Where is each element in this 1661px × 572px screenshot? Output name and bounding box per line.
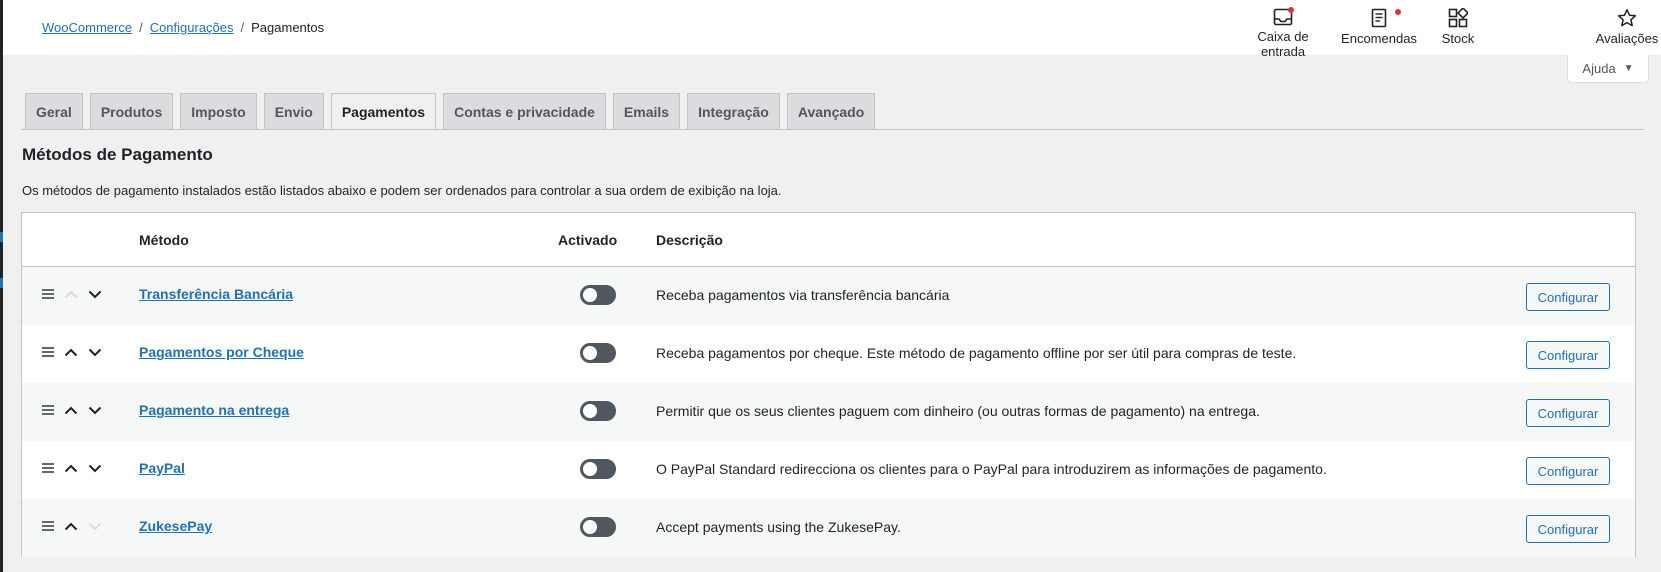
move-up-button[interactable]	[61, 284, 81, 304]
enabled-toggle[interactable]	[580, 401, 616, 421]
move-down-button[interactable]	[85, 284, 105, 304]
tab-advanced[interactable]: Avançado	[786, 93, 876, 130]
column-header-description: Descrição	[656, 232, 723, 248]
move-up-button[interactable]	[61, 400, 81, 420]
table-header: Método Activado Descrição	[22, 213, 1635, 267]
breadcrumb-link-settings[interactable]: Configurações	[150, 20, 234, 35]
payment-method-description: Permitir que os seus clientes paguem com…	[656, 403, 1260, 419]
chevron-down-icon: ▼	[1623, 63, 1634, 74]
tab-emails[interactable]: Emails	[612, 93, 681, 130]
table-row: ZukesePay Accept payments using the Zuke…	[22, 499, 1635, 557]
breadcrumb-link-woocommerce[interactable]: WooCommerce	[42, 20, 132, 35]
stock-icon	[1448, 8, 1468, 31]
admin-sidebar-edge	[0, 0, 3, 572]
tab-payments[interactable]: Pagamentos	[330, 93, 437, 131]
page-title: Métodos de Pagamento	[22, 145, 213, 164]
help-label: Ajuda	[1582, 61, 1616, 76]
payment-method-name[interactable]: PayPal	[139, 460, 185, 476]
tab-shipping[interactable]: Envio	[263, 93, 324, 130]
payment-method-description: Receba pagamentos via transferência banc…	[656, 287, 950, 303]
breadcrumb-current: Pagamentos	[251, 20, 325, 35]
configure-button[interactable]: Configurar	[1526, 283, 1610, 311]
table-row: Pagamento na entrega Permitir que os seu…	[22, 383, 1635, 441]
configure-button[interactable]: Configurar	[1526, 515, 1610, 543]
star-icon	[1617, 8, 1637, 31]
activity-orders[interactable]: Encomendas	[1334, 0, 1424, 55]
move-down-button[interactable]	[85, 342, 105, 362]
drag-handle-icon[interactable]	[42, 289, 54, 299]
table-row: PayPal O PayPal Standard redirecciona os…	[22, 441, 1635, 499]
move-down-button[interactable]	[85, 400, 105, 420]
sidebar-edge-highlight	[0, 278, 3, 288]
drag-handle-icon[interactable]	[42, 347, 54, 357]
column-header-enabled: Activado	[558, 232, 618, 248]
drag-handle-icon[interactable]	[42, 463, 54, 473]
activity-inbox-label-2: entrada	[1260, 44, 1306, 59]
payment-methods-table: Método Activado Descrição Transferência …	[21, 212, 1636, 557]
top-header: WooCommerce / Configurações / Pagamentos…	[3, 0, 1661, 59]
settings-tabs: Geral Produtos Imposto Envio Pagamentos …	[25, 93, 876, 131]
activity-stock-label: Stock	[1441, 31, 1475, 46]
move-up-button[interactable]	[61, 458, 81, 478]
activity-orders-label: Encomendas	[1341, 31, 1417, 46]
section-description: Os métodos de pagamento instalados estão…	[22, 183, 782, 198]
drag-handle-icon[interactable]	[42, 405, 54, 415]
activity-stock[interactable]: Stock	[1428, 0, 1488, 55]
tab-general[interactable]: Geral	[25, 93, 83, 130]
configure-button[interactable]: Configurar	[1526, 341, 1610, 369]
tab-integration[interactable]: Integração	[687, 93, 780, 130]
enabled-toggle[interactable]	[580, 285, 616, 305]
orders-icon	[1371, 8, 1401, 31]
tab-tax[interactable]: Imposto	[180, 93, 257, 130]
breadcrumb-separator: /	[139, 20, 143, 35]
activity-reviews[interactable]: Avaliações	[1593, 0, 1661, 55]
breadcrumb-separator: /	[240, 20, 245, 35]
column-header-method: Método	[139, 232, 189, 248]
toggle-knob	[583, 404, 597, 418]
payment-method-name[interactable]: Transferência Bancária	[139, 286, 293, 302]
tab-products[interactable]: Produtos	[89, 93, 174, 130]
payment-method-description: O PayPal Standard redirecciona os client…	[656, 461, 1327, 477]
payment-method-name[interactable]: Pagamentos por Cheque	[139, 344, 304, 360]
enabled-toggle[interactable]	[580, 343, 616, 363]
activity-inbox[interactable]: Caixa de entrada	[1250, 0, 1316, 59]
sidebar-edge-highlight	[0, 232, 3, 242]
drag-handle-icon[interactable]	[42, 521, 54, 531]
toggle-knob	[583, 520, 597, 534]
payment-method-description: Receba pagamentos por cheque. Este métod…	[656, 345, 1297, 361]
move-up-button[interactable]	[61, 516, 81, 536]
move-up-button[interactable]	[61, 342, 81, 362]
table-row: Pagamentos por Cheque Receba pagamentos …	[22, 325, 1635, 383]
table-row: Transferência Bancária Receba pagamentos…	[22, 267, 1635, 325]
toggle-knob	[583, 346, 597, 360]
tabs-divider	[21, 129, 1644, 130]
help-button[interactable]: Ajuda ▼	[1567, 55, 1649, 83]
tab-accounts-privacy[interactable]: Contas e privacidade	[443, 93, 606, 130]
orders-notification-dot	[1395, 9, 1401, 15]
activity-inbox-label-1: Caixa de	[1257, 29, 1309, 44]
enabled-toggle[interactable]	[580, 517, 616, 537]
payment-method-name[interactable]: ZukesePay	[139, 518, 212, 534]
configure-button[interactable]: Configurar	[1526, 399, 1610, 427]
inbox-notification-dot	[1288, 7, 1294, 13]
enabled-toggle[interactable]	[580, 459, 616, 479]
toggle-knob	[583, 288, 597, 302]
activity-reviews-label: Avaliações	[1595, 31, 1659, 46]
move-down-button[interactable]	[85, 458, 105, 478]
payment-method-name[interactable]: Pagamento na entrega	[139, 402, 289, 418]
toggle-knob	[583, 462, 597, 476]
payment-method-description: Accept payments using the ZukesePay.	[656, 519, 901, 535]
inbox-icon	[1273, 7, 1294, 29]
configure-button[interactable]: Configurar	[1526, 457, 1610, 485]
breadcrumb: WooCommerce / Configurações / Pagamentos	[42, 20, 324, 35]
move-down-button[interactable]	[85, 516, 105, 536]
